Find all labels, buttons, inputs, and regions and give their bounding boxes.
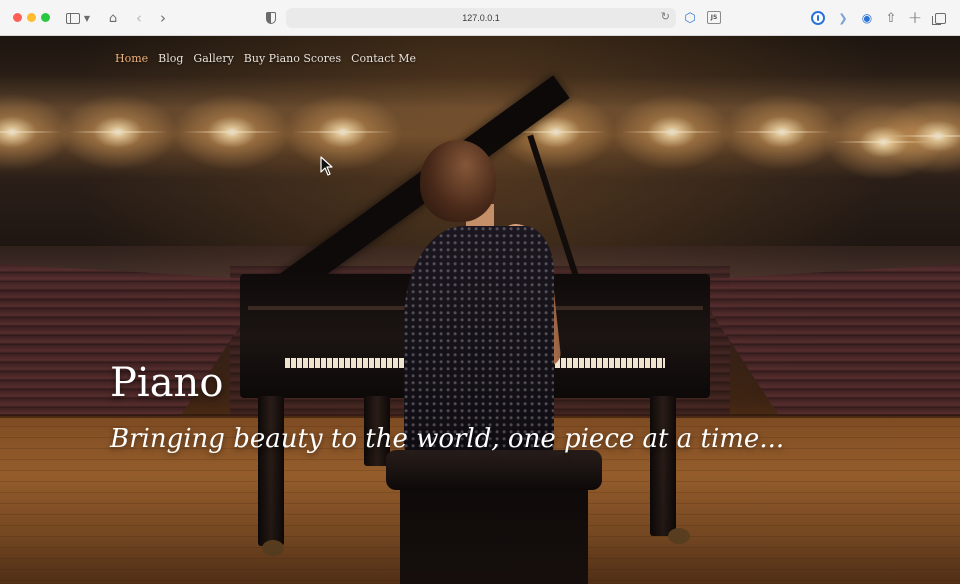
nav-gallery-link[interactable]: Gallery <box>193 52 233 65</box>
nav-blog-link[interactable]: Blog <box>158 52 183 65</box>
reload-icon[interactable]: ↻ <box>661 10 670 23</box>
chevron-left-icon[interactable]: ‹ <box>132 9 146 27</box>
nav-contact-me-link[interactable]: Contact Me <box>351 52 416 65</box>
sidebar-icon[interactable]: ▼ <box>64 9 92 27</box>
hero-tagline: Bringing beauty to the world, one piece … <box>110 424 785 454</box>
js-extension-icon[interactable]: JS <box>707 11 721 24</box>
window-minimize-button[interactable] <box>27 13 36 22</box>
address-text: 127.0.0.1 <box>462 13 500 23</box>
cube-icon[interactable]: ⬡ <box>683 9 697 27</box>
mouse-cursor-icon <box>320 156 333 176</box>
hero-overlay <box>0 36 960 584</box>
nav-buy-piano-scores-link[interactable]: Buy Piano Scores <box>244 52 341 65</box>
share-icon[interactable]: ⇧ <box>884 9 898 27</box>
tabs-icon[interactable] <box>931 9 947 27</box>
rss-icon[interactable]: ❯ <box>836 9 850 27</box>
hero-section: Home Blog Gallery Buy Piano Scores Conta… <box>0 36 960 584</box>
onepassword-icon[interactable] <box>811 11 825 25</box>
site-nav: Home Blog Gallery Buy Piano Scores Conta… <box>115 52 416 65</box>
address-bar[interactable]: 127.0.0.1 ↻ <box>286 8 676 28</box>
nav-home-link[interactable]: Home <box>115 52 148 65</box>
shield-icon[interactable] <box>264 9 278 27</box>
camera-icon[interactable]: ◉ <box>860 9 874 27</box>
window-close-button[interactable] <box>13 13 22 22</box>
chevron-right-icon[interactable]: › <box>156 9 170 27</box>
plus-icon[interactable]: + <box>908 8 922 28</box>
window-maximize-button[interactable] <box>41 13 50 22</box>
hero-title: Piano <box>110 360 224 406</box>
browser-toolbar: ▼ ⌂ ‹ › 127.0.0.1 ↻ ⬡ JS ❯ ◉ ⇧ + <box>0 0 960 36</box>
home-icon[interactable]: ⌂ <box>104 9 122 27</box>
